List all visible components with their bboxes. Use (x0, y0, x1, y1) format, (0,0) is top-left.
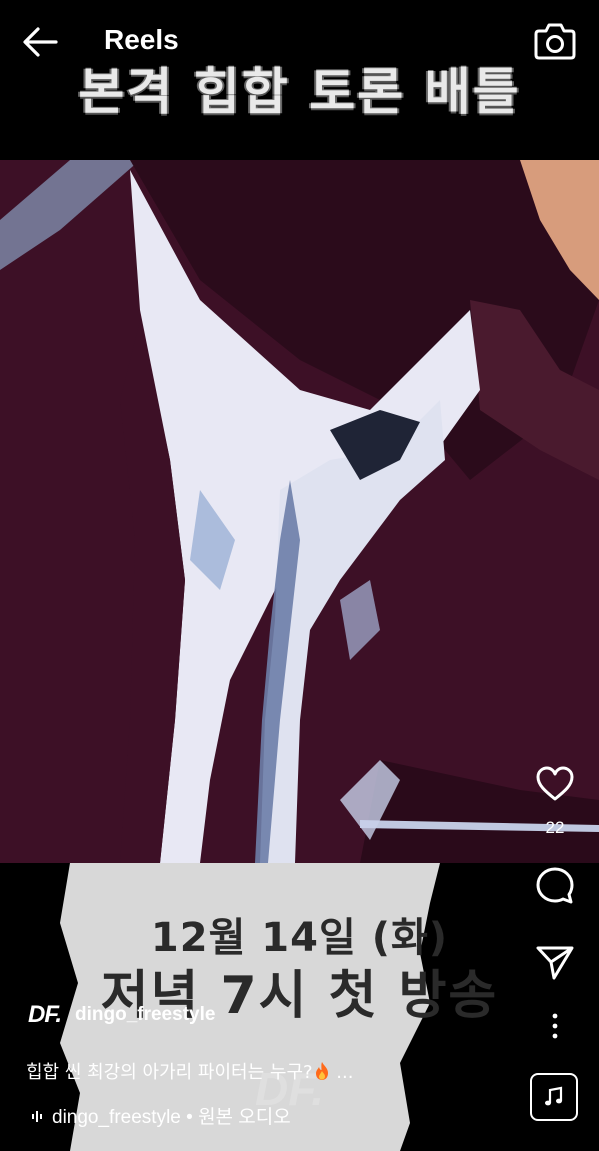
more-icon (552, 1013, 558, 1039)
like-count: 22 (545, 818, 565, 837)
comment-icon (536, 867, 574, 904)
video-artwork (0, 160, 599, 863)
author-avatar-logo[interactable]: DF. (28, 1001, 62, 1029)
fire-icon (315, 1062, 328, 1080)
author-username[interactable]: dingo_freestyle (75, 1004, 215, 1026)
audio-label: dingo_freestyle • 원본 오디오 (52, 1107, 291, 1128)
share-icon (536, 946, 574, 980)
audio-wave-icon (32, 1110, 42, 1122)
more-options-button[interactable] (524, 1002, 586, 1050)
music-note-icon (545, 1086, 563, 1106)
original-audio-button[interactable] (530, 1073, 578, 1121)
app-bar: Reels (0, 0, 599, 84)
video-frame[interactable] (0, 160, 599, 863)
comment-button[interactable] (524, 862, 586, 910)
post-caption[interactable]: 힙합 씬 최강의 아가리 파이터는 누구? ... (26, 1058, 353, 1084)
caption-more[interactable]: ... (331, 1062, 353, 1083)
page-title: Reels (104, 24, 179, 55)
like-button[interactable] (524, 760, 586, 808)
camera-button[interactable] (530, 18, 580, 64)
share-button[interactable] (524, 938, 586, 986)
back-arrow-icon (23, 27, 58, 57)
audio-attribution[interactable]: dingo_freestyle • 원본 오디오 (30, 1102, 291, 1129)
camera-icon (534, 23, 576, 60)
heart-icon (536, 766, 574, 801)
post-author[interactable]: DF. dingo_freestyle (28, 1000, 215, 1030)
back-button[interactable] (18, 22, 62, 62)
caption-text: 힙합 씬 최강의 아가리 파이터는 누구? (26, 1062, 313, 1083)
